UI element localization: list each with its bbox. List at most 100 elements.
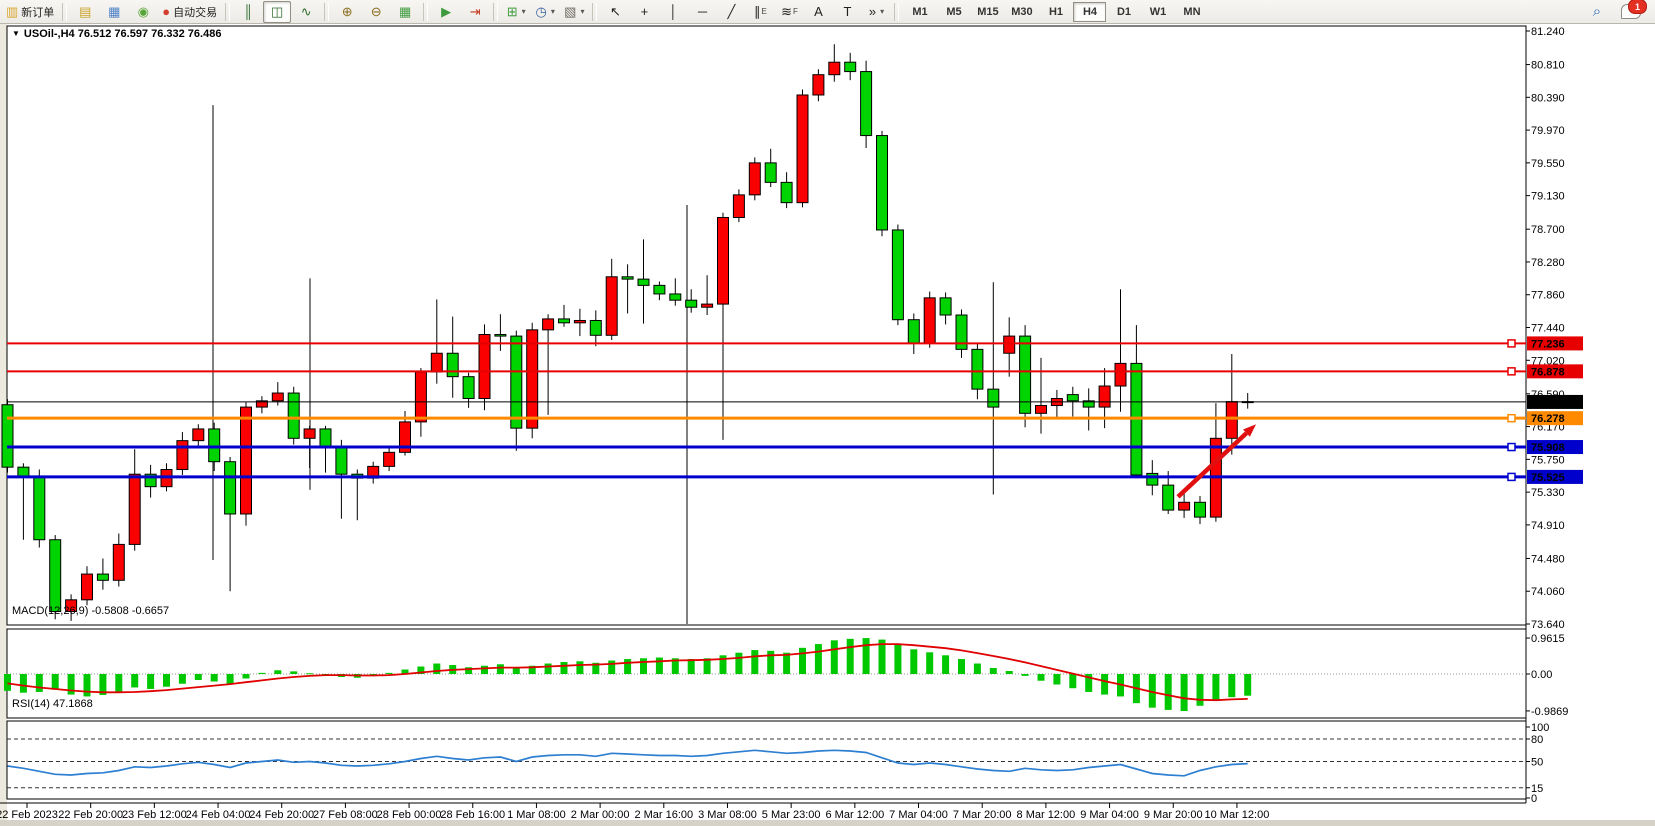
timeframe-button-d1[interactable]: D1 [1107,2,1140,22]
chart-canvas[interactable]: 81.24080.81080.39079.97079.55079.13078.7… [0,24,1655,826]
time-axis: 22 Feb 202322 Feb 20:0023 Feb 12:0024 Fe… [0,803,1269,821]
bar-chart-button[interactable]: ║ [234,1,262,23]
candle-body [288,393,299,438]
svg-text:76.878: 76.878 [1531,366,1565,378]
chart-window: 81.24080.81080.39079.97079.55079.13078.7… [0,24,1655,826]
chevron-down-icon[interactable]: ▾ [551,7,555,16]
arrows-button[interactable]: »▾ [862,1,890,23]
svg-text:77.440: 77.440 [1531,323,1565,335]
svg-text:0.9615: 0.9615 [1531,633,1565,645]
candle-body [34,477,45,539]
macd-histogram-bar [576,661,583,674]
horizontal-line-button[interactable]: ─ [688,1,716,23]
notifications-button[interactable]: 1 [1617,1,1645,23]
svg-text:79.130: 79.130 [1531,191,1565,203]
text-label-icon: T [843,5,851,18]
candle-body [797,95,808,203]
new-order-button[interactable]: ▥新订单 [2,1,58,23]
timeframe-button-m5[interactable]: M5 [937,2,970,22]
macd-histogram-bar [863,638,870,674]
text-button[interactable]: A [804,1,832,23]
search-button[interactable]: ⌕ [1583,1,1611,23]
tile-windows-icon: ▦ [399,5,411,18]
main-chart-panel[interactable] [7,26,1526,625]
equidistant-channel-button[interactable]: ∥E [746,1,774,23]
hline-handle[interactable] [1508,444,1515,451]
toolbar-separator [423,3,428,21]
candle-body [177,441,188,470]
zoom-out-button[interactable]: ⊖ [362,1,390,23]
hline-handle[interactable] [1508,340,1515,347]
timeframe-button-mn[interactable]: MN [1175,2,1208,22]
text-label-button[interactable]: T [833,1,861,23]
macd-histogram-bar [799,648,806,674]
timeframe-button-m30[interactable]: M30 [1005,2,1038,22]
svg-text:81.240: 81.240 [1531,26,1565,38]
macd-histogram-bar [688,659,695,674]
macd-histogram-bar [1212,674,1219,701]
market-watch-icon-button[interactable]: ▤ [71,1,99,23]
timeframe-button-h4[interactable]: H4 [1073,2,1106,22]
autotrading-button[interactable]: ●自动交易 [158,1,221,23]
macd-histogram-bar [497,664,504,674]
line-chart-button[interactable]: ∿ [292,1,320,23]
arrows-icon: » [869,5,876,18]
tile-windows-button[interactable]: ▦ [391,1,419,23]
zoom-in-button[interactable]: ⊕ [333,1,361,23]
autotrading-icon: ● [162,5,170,18]
svg-text:22 Feb 2023: 22 Feb 2023 [0,809,58,821]
fibonacci-button[interactable]: ≋F [775,1,803,23]
macd-histogram-bar [1022,674,1029,676]
market-watch-icon-icon: ▤ [79,5,91,18]
timeframe-button-w1[interactable]: W1 [1141,2,1174,22]
chevron-down-icon[interactable]: ▾ [580,7,584,16]
templates-button[interactable]: ▧▾ [560,1,588,23]
macd-histogram-bar [751,650,758,674]
chart-shift-icon: ⇥ [470,5,481,18]
candle-body [781,182,792,202]
chevron-down-icon[interactable]: ▼ [12,29,20,38]
chevron-down-icon[interactable]: ▾ [880,7,884,16]
candle-body [924,298,935,343]
chart-shift-button[interactable]: ⇥ [461,1,489,23]
candle-body [272,393,283,401]
macd-indicator-label: MACD(12,26,9) -0.5808 -0.6657 [12,605,169,617]
data-window-icon-button[interactable]: ▦ [100,1,128,23]
hline-handle[interactable] [1508,368,1515,375]
candle-body [733,195,744,218]
periods-button[interactable]: ◷▾ [531,1,559,23]
candle-body [1067,395,1078,401]
svg-text:8 Mar 12:00: 8 Mar 12:00 [1017,809,1076,821]
chevron-down-icon[interactable]: ▾ [522,7,526,16]
svg-text:80.810: 80.810 [1531,60,1565,72]
trendline-button[interactable]: ╱ [717,1,745,23]
indicators-button[interactable]: ⊞▾ [502,1,530,23]
macd-histogram-bar [20,674,27,693]
timeframe-button-h1[interactable]: H1 [1039,2,1072,22]
timeframe-button-m1[interactable]: M1 [903,2,936,22]
toolbar-separator [324,3,329,21]
candle-body [1179,502,1190,510]
macd-histogram-bar [815,644,822,674]
candle-body [511,336,522,428]
svg-text:1 Mar 08:00: 1 Mar 08:00 [507,809,566,821]
cursor-button[interactable]: ↖ [601,1,629,23]
candlestick-chart-button[interactable]: ◫ [263,1,291,23]
svg-text:75.908: 75.908 [1531,442,1565,454]
hline-handle[interactable] [1508,415,1515,422]
crosshair-button[interactable]: + [630,1,658,23]
auto-scroll-button[interactable]: ▶ [432,1,460,23]
hline-handle[interactable] [1508,473,1515,480]
chart-title-text: USOil-,H4 76.512 76.597 76.332 76.486 [24,28,222,40]
vertical-line-button[interactable]: │ [659,1,687,23]
equidistant-channel-icon: ∥ [754,5,761,18]
macd-histogram-bar [386,673,393,674]
svg-text:77.236: 77.236 [1531,338,1565,350]
candle-body [1004,336,1015,353]
templates-icon: ▧ [564,5,576,18]
candle-body [384,452,395,466]
candle-body [113,544,124,580]
navigator-icon-button[interactable]: ◉ [129,1,157,23]
candle-body [320,429,331,446]
timeframe-button-m15[interactable]: M15 [971,2,1004,22]
